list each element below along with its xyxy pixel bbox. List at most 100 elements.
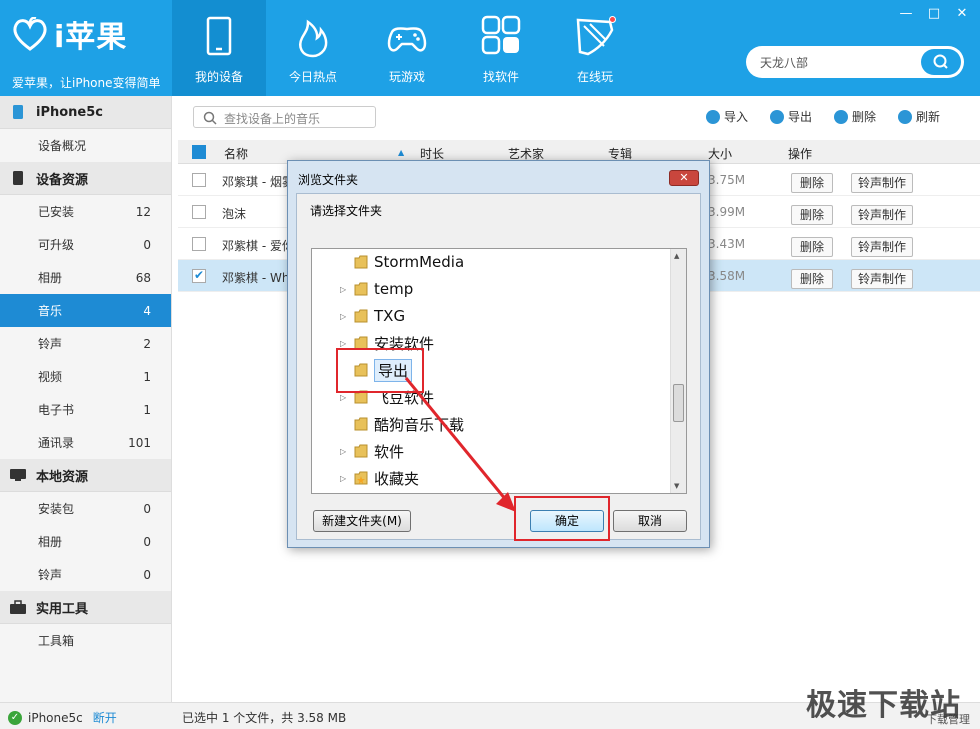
row-ringtone-button[interactable]: 铃声制作	[851, 269, 913, 289]
sidebar-item-label: 可升级	[38, 238, 75, 252]
sidebar-item-contacts[interactable]: 通讯录 101	[0, 426, 171, 459]
folder-item[interactable]: ▷ TXG	[312, 303, 405, 329]
nav-label: 我的设备	[194, 70, 243, 84]
sidebar-item-upgradable[interactable]: 可升级 0	[0, 228, 171, 261]
expand-arrow-icon[interactable]: ▷	[340, 474, 350, 483]
row-checkbox[interactable]	[192, 205, 206, 219]
nav-hot-today[interactable]: 今日热点	[266, 0, 360, 96]
sidebar-item-toolbox[interactable]: 工具箱	[0, 624, 171, 657]
search-placeholder: 查找设备上的音乐	[224, 112, 321, 126]
export-button[interactable]: 导出	[769, 108, 812, 125]
sidebar-item-count: 1	[143, 369, 151, 384]
sidebar-item-photos[interactable]: 相册 68	[0, 261, 171, 294]
sidebar-item-label: 铃声	[38, 337, 63, 351]
row-checkbox[interactable]	[192, 268, 206, 283]
row-delete-button[interactable]: 删除	[791, 237, 833, 257]
expand-arrow-icon[interactable]: ▷	[340, 339, 350, 348]
sidebar-device-header[interactable]: iPhone5c	[0, 96, 171, 129]
folder-item[interactable]: ▷ temp	[312, 276, 413, 302]
nav-label: 在线玩	[576, 70, 613, 84]
sidebar-item-local-ringtones[interactable]: 铃声 0	[0, 558, 171, 591]
logo-text: i苹果	[54, 20, 128, 55]
expand-arrow-icon[interactable]: ▷	[340, 285, 350, 294]
nav-find-apps[interactable]: 找软件	[454, 0, 548, 96]
row-ringtone-button[interactable]: 铃声制作	[851, 173, 913, 193]
search-button[interactable]	[921, 49, 961, 75]
song-size: 3.99M	[708, 205, 746, 219]
row-delete-button[interactable]: 删除	[791, 173, 833, 193]
cancel-button[interactable]: 取消	[613, 510, 687, 532]
sidebar-item-count: 0	[143, 567, 151, 582]
button-label: 刷新	[915, 110, 940, 124]
sidebar-item-ebooks[interactable]: 电子书 1	[0, 393, 171, 426]
annotation-highlight-folder	[336, 348, 424, 393]
row-ringtone-button[interactable]: 铃声制作	[851, 205, 913, 225]
expand-arrow-icon[interactable]: ▷	[340, 312, 350, 321]
new-folder-button[interactable]: 新建文件夹(M)	[313, 510, 411, 532]
song-name: 邓紫棋 - Wh	[222, 271, 290, 285]
search-value: 天龙八部	[760, 56, 809, 70]
sidebar-item-label: 视频	[38, 370, 63, 384]
row-delete-button[interactable]: 删除	[791, 205, 833, 225]
sidebar-item-installed[interactable]: 已安装 12	[0, 195, 171, 228]
scroll-up-arrow-icon[interactable]: ▲	[674, 252, 679, 260]
row-checkbox[interactable]	[192, 237, 206, 251]
disconnect-link[interactable]: 断开	[93, 709, 117, 726]
folder-item[interactable]: ▷ 收藏夹	[312, 465, 419, 491]
sidebar-item-count: 0	[143, 237, 151, 252]
sidebar-item-ringtones[interactable]: 铃声 2	[0, 327, 171, 360]
refresh-icon	[897, 109, 912, 124]
sidebar-item-packages[interactable]: 安装包 0	[0, 492, 171, 525]
sidebar-item-count: 101	[128, 435, 151, 450]
sidebar-item-videos[interactable]: 视频 1	[0, 360, 171, 393]
maximize-button[interactable]: □	[926, 6, 942, 21]
export-icon	[769, 109, 784, 124]
scroll-thumb[interactable]	[673, 384, 684, 422]
tree-scrollbar[interactable]: ▲ ▼	[670, 249, 686, 493]
row-delete-button[interactable]: 删除	[791, 269, 833, 289]
delete-button[interactable]: 删除	[833, 108, 876, 125]
button-label: 删除	[851, 110, 876, 124]
import-button[interactable]: 导入	[705, 108, 748, 125]
sidebar-item-local-photos[interactable]: 相册 0	[0, 525, 171, 558]
song-size: 3.75M	[708, 173, 746, 187]
sidebar-item-count: 0	[143, 534, 151, 549]
column-size[interactable]: 大小	[708, 145, 732, 162]
flame-icon	[299, 19, 328, 58]
annotation-highlight-ok	[514, 496, 610, 541]
expand-arrow-icon[interactable]: ▷	[340, 447, 350, 456]
button-label: 导入	[723, 110, 748, 124]
toolbox-icon	[10, 600, 26, 614]
select-all-checkbox[interactable]	[192, 145, 206, 159]
nav-games[interactable]: 玩游戏	[360, 0, 454, 96]
notification-dot	[609, 16, 616, 23]
scroll-down-arrow-icon[interactable]: ▼	[674, 482, 679, 490]
dialog-title: 浏览文件夹	[298, 173, 359, 187]
song-size: 3.58M	[708, 269, 746, 283]
sidebar-item-label: 铃声	[38, 568, 63, 582]
row-checkbox[interactable]	[192, 173, 206, 187]
song-name: 邓紫棋 - 爱你	[222, 239, 294, 253]
nav-label: 今日热点	[288, 70, 337, 84]
music-search-input[interactable]: 查找设备上的音乐	[193, 106, 376, 128]
monitor-icon	[10, 469, 26, 481]
device-status: ✓ iPhone5c 断开	[8, 709, 117, 726]
refresh-button[interactable]: 刷新	[897, 108, 940, 125]
minimize-button[interactable]: —	[898, 6, 914, 21]
expand-arrow-icon[interactable]: ▷	[340, 393, 350, 402]
row-ringtone-button[interactable]: 铃声制作	[851, 237, 913, 257]
nav-label: 找软件	[482, 70, 519, 84]
sidebar-item-overview[interactable]: 设备概况	[0, 129, 171, 162]
global-search-input[interactable]: 天龙八部	[746, 46, 964, 78]
close-button[interactable]: ✕	[954, 6, 970, 21]
nav-my-device[interactable]: 我的设备	[172, 0, 266, 96]
folder-item[interactable]: StormMedia	[312, 249, 464, 275]
folder-item[interactable]: ▷ 软件	[312, 438, 404, 464]
nav-play-online[interactable]: 在线玩	[548, 0, 642, 96]
dialog-prompt: 请选择文件夹	[310, 204, 383, 218]
column-name[interactable]: 名称	[224, 145, 248, 162]
dialog-close-button[interactable]: ✕	[669, 170, 699, 186]
selection-info: 已选中 1 个文件，共 3.58 MB	[182, 711, 347, 725]
sidebar-item-music[interactable]: 音乐 4	[0, 294, 171, 327]
folder-item[interactable]: 酷狗音乐下载	[312, 411, 464, 437]
